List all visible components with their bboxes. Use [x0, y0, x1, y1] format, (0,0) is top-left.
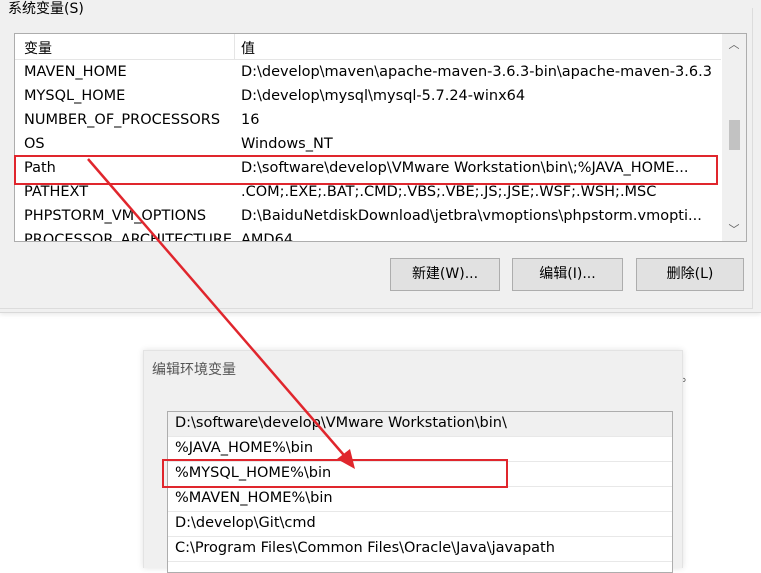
variable-name: PHPSTORM_VM_OPTIONS	[24, 208, 207, 224]
scroll-up-icon[interactable]: ︿	[722, 34, 746, 56]
variable-name: OS	[24, 136, 45, 152]
mysql-entry-highlight	[162, 459, 508, 488]
column-separator[interactable]	[234, 34, 235, 59]
vertical-scrollbar[interactable]: ︿ ﹀	[722, 34, 746, 241]
path-entry[interactable]: D:\software\develop\VMware Workstation\b…	[168, 412, 672, 437]
variable-name: MYSQL_HOME	[24, 88, 126, 104]
group-title: 系统变量(S)	[5, 0, 87, 18]
path-entry-text: D:\develop\Git\cmd	[175, 515, 316, 531]
path-entry-text: C:\Program Files\Common Files\Oracle\Jav…	[175, 540, 555, 556]
variable-name: PROCESSOR_ARCHITECTURE	[24, 232, 233, 242]
column-header-name[interactable]: 变量	[24, 38, 52, 58]
variable-value: .COM;.EXE;.BAT;.CMD;.VBS;.VBE;.JS;.JSE;.…	[241, 184, 657, 200]
scrollbar-thumb[interactable]	[729, 120, 740, 150]
dialog-title: 编辑环境变量	[152, 362, 236, 378]
path-row-highlight	[14, 155, 718, 185]
path-entry[interactable]	[168, 562, 672, 572]
edit-button[interactable]: 编辑(I)...	[512, 258, 623, 291]
column-header-value[interactable]: 值	[241, 38, 255, 58]
variable-row-phpstorm-vm-options[interactable]: PHPSTORM_VM_OPTIONS D:\BaiduNetdiskDownlo…	[15, 205, 721, 229]
variable-value: D:\develop\mysql\mysql-5.7.24-winx64	[241, 88, 526, 104]
list-header: 变量 值	[15, 34, 721, 60]
variable-value: D:\develop\maven\apache-maven-3.6.3-bin\…	[241, 64, 712, 80]
variable-row-number-of-processors[interactable]: NUMBER_OF_PROCESSORS 16	[15, 109, 721, 133]
system-variables-list[interactable]: 变量 值 MAVEN_HOME D:\develop\maven\apache-m…	[14, 33, 747, 242]
variable-value: Windows_NT	[241, 136, 333, 152]
scroll-down-icon[interactable]: ﹀	[722, 219, 746, 241]
variable-row-processor-architecture[interactable]: PROCESSOR_ARCHITECTURE AMD64	[15, 229, 721, 242]
path-entry[interactable]: C:\Program Files\Common Files\Oracle\Jav…	[168, 537, 672, 562]
new-button[interactable]: 新建(W)...	[390, 258, 500, 291]
variable-value: D:\BaiduNetdiskDownload\jetbra\vmoptions…	[241, 208, 702, 224]
variable-value: 16	[241, 112, 260, 128]
path-entry-text: %MAVEN_HOME%\bin	[175, 490, 333, 506]
path-entry-text: D:\software\develop\VMware Workstation\b…	[175, 415, 507, 431]
variable-name: NUMBER_OF_PROCESSORS	[24, 112, 221, 128]
variable-rows: MAVEN_HOME D:\develop\maven\apache-maven-…	[15, 61, 721, 242]
variable-row-mysql-home[interactable]: MYSQL_HOME D:\develop\mysql\mysql-5.7.24-…	[15, 85, 721, 109]
delete-button[interactable]: 删除(L)	[636, 258, 744, 291]
path-entries-list[interactable]: D:\software\develop\VMware Workstation\b…	[167, 411, 673, 573]
variable-name: PATHEXT	[24, 184, 89, 200]
path-entry-text: %JAVA_HOME%\bin	[175, 440, 314, 456]
variable-name: MAVEN_HOME	[24, 64, 127, 80]
variable-value: AMD64	[241, 232, 294, 242]
path-entry[interactable]: %MAVEN_HOME%\bin	[168, 487, 672, 512]
path-entry[interactable]: D:\develop\Git\cmd	[168, 512, 672, 537]
variable-row-os[interactable]: OS Windows_NT	[15, 133, 721, 157]
variable-row-maven-home[interactable]: MAVEN_HOME D:\develop\maven\apache-maven-…	[15, 61, 721, 85]
